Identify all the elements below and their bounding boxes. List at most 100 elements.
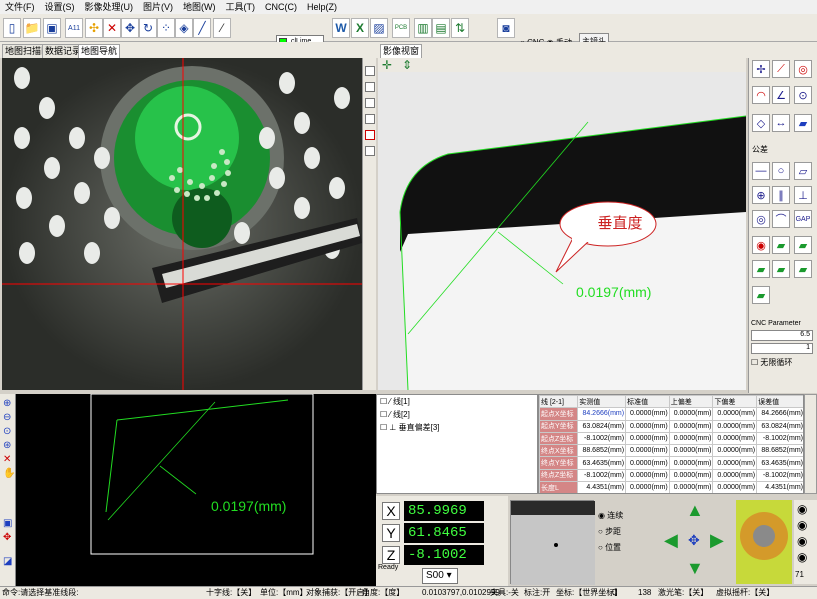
- chart-icon[interactable]: ▥: [414, 18, 432, 38]
- save-small-icon[interactable]: [365, 98, 375, 108]
- image-export-icon[interactable]: ▨: [370, 18, 388, 38]
- light-button-3-icon[interactable]: ◉: [797, 534, 807, 548]
- jog-left-icon[interactable]: ◀: [664, 530, 678, 551]
- excel-export-icon[interactable]: X: [351, 18, 369, 38]
- perpendicularity-icon[interactable]: ⊥: [794, 186, 812, 204]
- roundness-icon[interactable]: ○: [772, 162, 790, 180]
- step-radio[interactable]: ○ 步距: [598, 524, 623, 540]
- table-row[interactable]: 起点Y坐标 63.0824(mm) 0.0000(mm) 0.0000(mm) 0.…: [539, 419, 803, 433]
- plane-icon-1[interactable]: ▰: [772, 236, 790, 254]
- pcb-icon[interactable]: PCB: [392, 18, 410, 38]
- parallelism-icon[interactable]: ∥: [772, 186, 790, 204]
- cnc-value-2[interactable]: 1: [751, 343, 813, 354]
- zoom-window-icon[interactable]: ⊙: [3, 426, 11, 437]
- page-icon[interactable]: [365, 66, 375, 76]
- circle-tool-icon[interactable]: ◎: [794, 60, 812, 78]
- angle-tool-icon[interactable]: ∠: [772, 86, 790, 104]
- plane-icon-5[interactable]: ▰: [794, 260, 812, 278]
- table-row[interactable]: 终点X坐标 88.6852(mm) 0.0000(mm) 0.0000(mm) 0.…: [539, 444, 803, 458]
- tab-map-nav[interactable]: 地图导航: [78, 44, 121, 58]
- save-view-icon[interactable]: ▣: [3, 518, 12, 529]
- plane-icon-4[interactable]: ▰: [772, 260, 790, 278]
- concentricity-icon[interactable]: ◎: [752, 210, 770, 228]
- pen-icon[interactable]: ⁄: [213, 18, 231, 38]
- zoom-all-icon[interactable]: ⊛: [3, 440, 11, 451]
- tab-image-view[interactable]: 影像视窗: [380, 44, 423, 58]
- camera-view[interactable]: [2, 58, 362, 390]
- light-ring-icon[interactable]: [736, 500, 792, 584]
- settings-chart-icon[interactable]: ▤: [432, 18, 450, 38]
- menu-help[interactable]: Help(Z): [302, 0, 342, 14]
- cnc-value-1[interactable]: 6.5: [751, 330, 813, 341]
- clear-icon[interactable]: [365, 130, 375, 140]
- results-scrollbar[interactable]: [804, 394, 817, 494]
- scale-select[interactable]: S00 ▾: [422, 568, 458, 584]
- infinite-loop-checkbox[interactable]: ☐ 无限循环: [751, 357, 792, 368]
- open-folder-icon[interactable]: 📁: [23, 18, 41, 38]
- gap-icon[interactable]: GAP: [794, 210, 812, 228]
- layer-icon[interactable]: [365, 146, 375, 156]
- folder-icon[interactable]: [365, 82, 375, 92]
- camera-icon[interactable]: ◙: [497, 18, 515, 38]
- zoom-fit-icon[interactable]: ✣: [85, 18, 103, 38]
- jog-up-icon[interactable]: ▲: [686, 500, 704, 521]
- continuous-radio[interactable]: ◉ 连续: [598, 508, 623, 524]
- jog-right-icon[interactable]: ▶: [710, 530, 724, 551]
- plane-icon-2[interactable]: ▰: [794, 236, 812, 254]
- menu-image-processing[interactable]: 影像处理(U): [80, 0, 139, 14]
- arc-tool-icon[interactable]: ◠: [752, 86, 770, 104]
- line-tool-icon[interactable]: ⟋: [772, 60, 790, 78]
- light-button-1-icon[interactable]: ◉: [797, 502, 807, 516]
- move-icon[interactable]: ✥: [121, 18, 139, 38]
- rotate-icon[interactable]: ↻: [139, 18, 157, 38]
- table-row[interactable]: 终点Y坐标 63.4635(mm) 0.0000(mm) 0.0000(mm) 0.…: [539, 456, 803, 470]
- profile-icon[interactable]: ⌒: [772, 210, 790, 228]
- link-icon[interactable]: ╱: [193, 18, 211, 38]
- table-row[interactable]: 起点X坐标 84.2666(mm) 0.0000(mm) 0.0000(mm) 0.…: [539, 407, 803, 421]
- plane-icon-3[interactable]: ▰: [752, 260, 770, 278]
- move-view-icon[interactable]: ✥: [3, 532, 11, 543]
- rect-tool-icon[interactable]: ◇: [752, 114, 770, 132]
- copy-icon[interactable]: [365, 114, 375, 124]
- focus-icon[interactable]: ◈: [175, 18, 193, 38]
- zoom-in-icon[interactable]: ⊕: [3, 398, 11, 409]
- position-icon[interactable]: ⊕: [752, 186, 770, 204]
- pan-icon[interactable]: ✋: [3, 468, 15, 479]
- points-icon[interactable]: ⁘: [157, 18, 175, 38]
- overview-canvas[interactable]: 0.0197(mm): [0, 393, 376, 586]
- delete-icon[interactable]: ✕: [103, 18, 121, 38]
- feature-item-perpendicularity[interactable]: ☐ ⊥ 垂直偏差[3]: [377, 421, 537, 434]
- a11-icon[interactable]: A11: [65, 18, 83, 38]
- jog-down-icon[interactable]: ▼: [686, 558, 704, 579]
- target-icon[interactable]: ◉: [752, 236, 770, 254]
- menu-cnc[interactable]: CNC(C): [260, 0, 302, 14]
- crosshair-icon[interactable]: ✛: [382, 58, 392, 72]
- new-file-icon[interactable]: ▯: [3, 18, 21, 38]
- feature-item-line1[interactable]: ☐ ⁄ 线[1]: [377, 395, 537, 408]
- menu-settings[interactable]: 设置(S): [40, 0, 80, 14]
- table-row[interactable]: 起点Z坐标 -8.1002(mm) 0.0000(mm) 0.0000(mm) 0.…: [539, 431, 803, 446]
- plane-stack-icon[interactable]: ▰: [752, 286, 770, 304]
- parallelogram-tool-icon[interactable]: ▰: [794, 114, 812, 132]
- menu-file[interactable]: 文件(F): [0, 0, 40, 14]
- vertical-line-icon[interactable]: ⇕: [402, 58, 412, 72]
- straightness-icon[interactable]: —: [752, 162, 770, 180]
- word-export-icon[interactable]: W: [332, 18, 350, 38]
- menu-map[interactable]: 地图(W): [178, 0, 221, 14]
- point-tool-icon[interactable]: ✢: [752, 60, 770, 78]
- menu-tools[interactable]: 工具(T): [221, 0, 261, 14]
- focus-tool-icon[interactable]: ⊙: [794, 86, 812, 104]
- jog-center-icon[interactable]: ✥: [688, 532, 700, 549]
- sync-icon[interactable]: ⇅: [451, 18, 469, 38]
- table-row[interactable]: 长度L 4.4351(mm) 0.0000(mm) 0.0000(mm) 0.000…: [539, 481, 803, 493]
- distance-tool-icon[interactable]: ↔: [772, 114, 790, 132]
- position-radio[interactable]: ○ 位置: [598, 540, 623, 556]
- feature-item-line2[interactable]: ☐ ⁄ 线[2]: [377, 408, 537, 421]
- image-viewport[interactable]: ✛ ⇕ 垂直度 0.0197(mm): [378, 58, 746, 390]
- light-button-2-icon[interactable]: ◉: [797, 518, 807, 532]
- light-button-4-icon[interactable]: ◉: [797, 550, 807, 564]
- layer-view-icon[interactable]: ◪: [3, 556, 12, 567]
- zoom-out-icon[interactable]: ⊖: [3, 412, 11, 423]
- table-row[interactable]: 终点Z坐标 -8.1002(mm) 0.0000(mm) 0.0000(mm) 0.…: [539, 468, 803, 483]
- save-icon[interactable]: ▣: [43, 18, 61, 38]
